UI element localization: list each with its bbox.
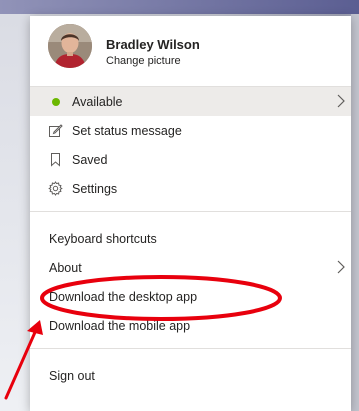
saved-label: Saved	[72, 152, 108, 167]
set-status-label: Set status message	[72, 123, 182, 138]
set-status-message-item[interactable]: Set status message	[30, 116, 351, 145]
about-label: About	[49, 260, 82, 275]
download-desktop-label: Download the desktop app	[49, 289, 198, 304]
gear-icon	[48, 181, 63, 196]
download-mobile-app-item[interactable]: Download the mobile app	[30, 311, 351, 340]
divider	[30, 211, 351, 212]
download-desktop-app-item[interactable]: Download the desktop app	[30, 282, 351, 311]
sign-out-item[interactable]: Sign out	[30, 361, 351, 390]
status-label: Available	[72, 94, 123, 109]
avatar-photo	[48, 24, 92, 68]
app-background-left	[0, 14, 30, 411]
settings-item[interactable]: Settings	[30, 174, 351, 203]
status-available-item[interactable]: Available	[30, 87, 351, 116]
keyboard-shortcuts-label: Keyboard shortcuts	[49, 231, 157, 246]
status-available-icon	[52, 98, 60, 106]
app-title-bar	[0, 0, 359, 14]
sign-out-label: Sign out	[49, 368, 95, 383]
avatar[interactable]	[48, 24, 92, 68]
user-name: Bradley Wilson	[106, 37, 200, 52]
bookmark-icon	[51, 153, 60, 167]
chevron-right-icon	[337, 260, 345, 274]
about-item[interactable]: About	[30, 253, 351, 282]
profile-menu: Bradley Wilson Change picture Available …	[30, 16, 351, 411]
download-mobile-label: Download the mobile app	[49, 318, 191, 333]
app-background-right	[351, 14, 359, 411]
keyboard-shortcuts-item[interactable]: Keyboard shortcuts	[30, 224, 351, 253]
settings-label: Settings	[72, 181, 118, 196]
edit-status-icon	[49, 124, 63, 137]
change-picture-link[interactable]: Change picture	[106, 55, 181, 67]
profile-header: Bradley Wilson Change picture	[30, 16, 351, 84]
divider	[30, 348, 351, 349]
saved-item[interactable]: Saved	[30, 145, 351, 174]
chevron-right-icon	[337, 94, 345, 108]
